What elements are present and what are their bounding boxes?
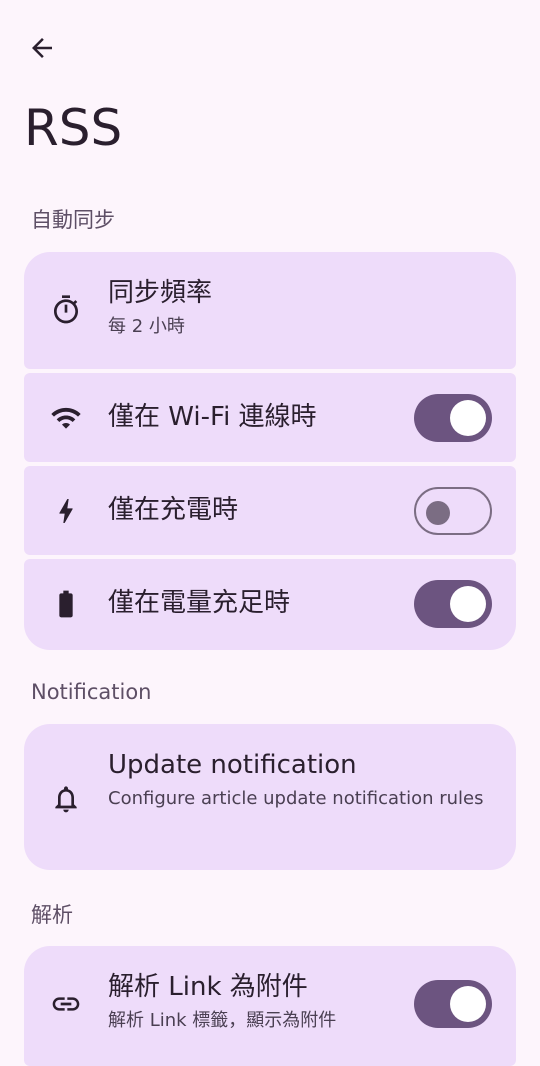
parsing-group: 解析 Link 為附件 解析 Link 標籤，顯示為附件 <box>24 946 516 1066</box>
sync-frequency-title: 同步頻率 <box>108 278 213 308</box>
timer-icon <box>48 292 84 328</box>
update-notification-item[interactable]: Update notification Configure article up… <box>24 724 516 870</box>
page-title: RSS <box>24 99 123 157</box>
battery-icon <box>48 586 84 622</box>
sync-frequency-value: 每 2 小時 <box>108 316 185 337</box>
switch-thumb <box>450 400 486 436</box>
section-header-parsing: 解析 <box>31 903 73 927</box>
back-button[interactable] <box>22 28 62 68</box>
auto-sync-group: 同步頻率 每 2 小時 僅在 Wi-Fi 連線時 僅在充電時 僅在電量充足時 <box>24 252 516 650</box>
wifi-only-item[interactable]: 僅在 Wi-Fi 連線時 <box>24 373 516 462</box>
parse-link-description: 解析 Link 標籤，顯示為附件 <box>108 1010 337 1031</box>
switch-thumb <box>450 586 486 622</box>
switch-thumb <box>426 501 450 525</box>
battery-ok-item[interactable]: 僅在電量充足時 <box>24 559 516 650</box>
update-notification-title: Update notification <box>108 750 357 780</box>
bell-icon <box>48 781 84 817</box>
wifi-only-switch[interactable] <box>414 394 492 442</box>
switch-thumb <box>450 986 486 1022</box>
sync-frequency-item[interactable]: 同步頻率 每 2 小時 <box>24 252 516 369</box>
arrow-back-icon <box>32 38 52 58</box>
battery-ok-switch[interactable] <box>414 580 492 628</box>
update-notification-description: Configure article update notification ru… <box>108 788 484 809</box>
link-icon <box>48 986 84 1022</box>
wifi-icon <box>48 400 84 436</box>
wifi-only-title: 僅在 Wi-Fi 連線時 <box>108 402 317 432</box>
bolt-icon <box>48 493 84 529</box>
parse-link-switch[interactable] <box>414 980 492 1028</box>
section-header-auto-sync: 自動同步 <box>31 208 115 232</box>
charging-only-switch[interactable] <box>414 487 492 535</box>
battery-ok-title: 僅在電量充足時 <box>108 588 291 618</box>
section-header-notification: Notification <box>31 680 152 704</box>
parse-link-title: 解析 Link 為附件 <box>108 972 308 1002</box>
notification-group: Update notification Configure article up… <box>24 724 516 870</box>
charging-only-title: 僅在充電時 <box>108 495 239 525</box>
charging-only-item[interactable]: 僅在充電時 <box>24 466 516 555</box>
parse-link-item[interactable]: 解析 Link 為附件 解析 Link 標籤，顯示為附件 <box>24 946 516 1066</box>
